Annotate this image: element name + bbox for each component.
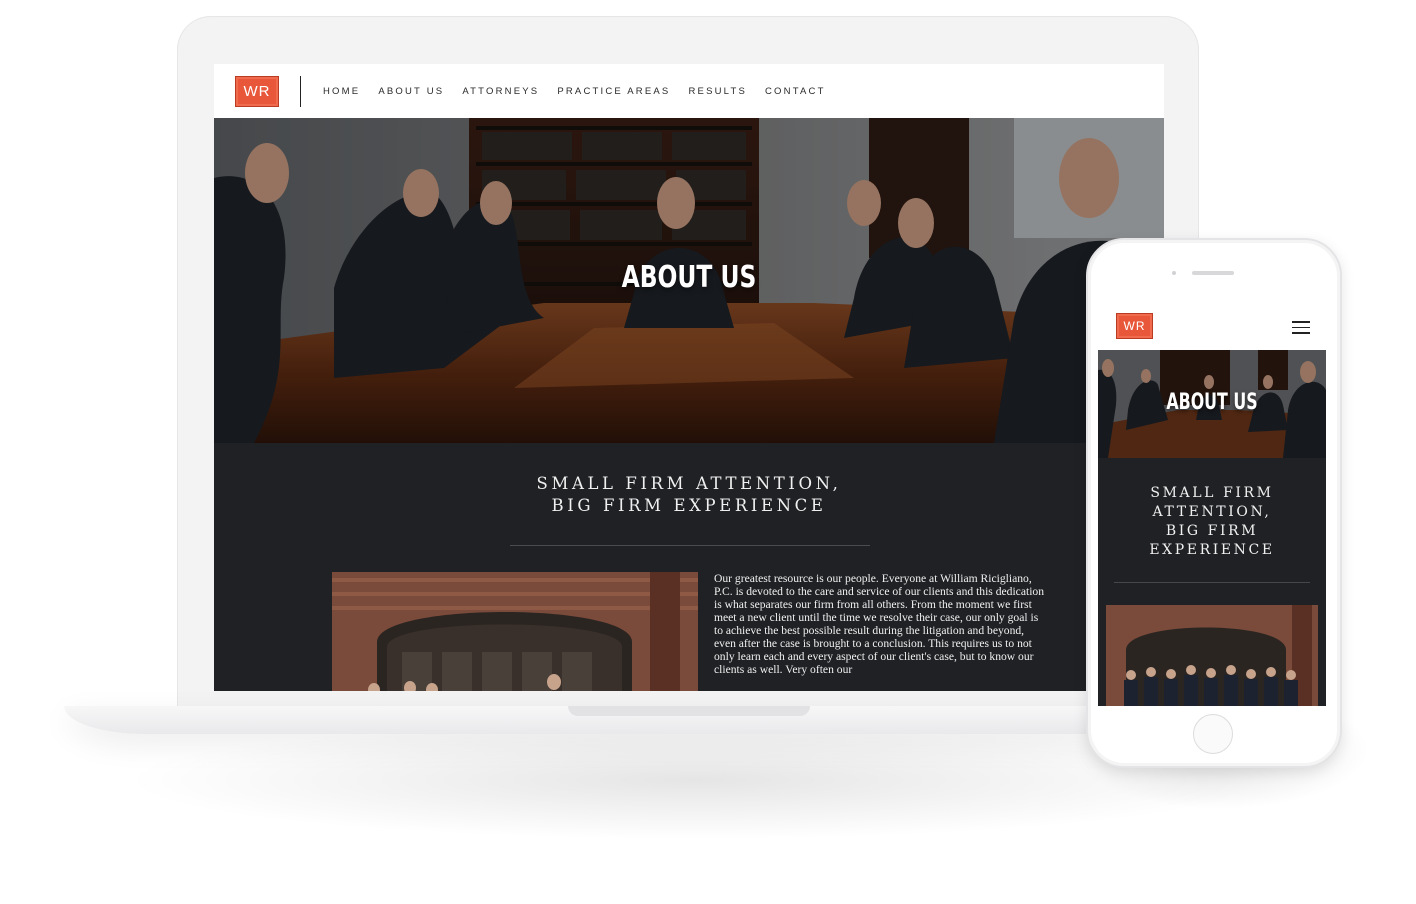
hero-title: ABOUT US (621, 260, 757, 295)
phone-frame: WR ABOUT US SMALL FIRM ATTENTION, BIG FI… (1086, 238, 1342, 768)
mobile-section-divider (1114, 582, 1310, 583)
tagline-line-1: SMALL FIRM ATTENTION, (536, 474, 842, 493)
top-navigation: WR HOME ABOUT US ATTORNEYS PRACTICE AREA… (214, 64, 1164, 118)
nav-item-contact[interactable]: CONTACT (765, 86, 826, 97)
mobile-navigation: WR (1098, 302, 1326, 350)
nav-divider (300, 76, 301, 107)
phone-speaker (1192, 271, 1234, 275)
section-tagline: SMALL FIRM ATTENTION, BIG FIRM EXPERIENC… (214, 473, 1164, 517)
hero-banner: ABOUT US (214, 118, 1164, 443)
mobile-screen: WR ABOUT US SMALL FIRM ATTENTION, BIG FI… (1098, 302, 1326, 706)
nav-links: HOME ABOUT US ATTORNEYS PRACTICE AREAS R… (323, 64, 844, 118)
hamburger-menu-icon[interactable] (1292, 321, 1310, 334)
mobile-team-photo (1106, 605, 1318, 706)
nav-item-results[interactable]: RESULTS (688, 86, 747, 97)
phone-camera (1172, 271, 1176, 275)
mobile-tagline-line-3: BIG FIRM (1165, 523, 1259, 539)
mobile-tagline-line-4: EXPERIENCE (1149, 542, 1275, 558)
nav-item-home[interactable]: HOME (323, 86, 360, 97)
mobile-site-logo[interactable]: WR (1116, 313, 1153, 339)
team-photo (332, 572, 698, 691)
mobile-tagline-line-1: SMALL FIRM (1150, 485, 1274, 501)
section-divider (510, 545, 870, 546)
nav-item-practice-areas[interactable]: PRACTICE AREAS (557, 86, 670, 97)
mobile-hero-banner: ABOUT US (1098, 350, 1326, 458)
desktop-screen: WR HOME ABOUT US ATTORNEYS PRACTICE AREA… (214, 64, 1164, 691)
about-body-text: Our greatest resource is our people. Eve… (714, 572, 1045, 676)
mobile-hero-title: ABOUT US (1166, 390, 1258, 415)
phone-home-button[interactable] (1193, 714, 1233, 754)
nav-item-attorneys[interactable]: ATTORNEYS (462, 86, 539, 97)
nav-item-about-us[interactable]: ABOUT US (378, 86, 444, 97)
tagline-line-2: BIG FIRM EXPERIENCE (551, 496, 827, 515)
site-logo[interactable]: WR (235, 76, 279, 107)
mobile-tagline-line-2: ATTENTION, (1152, 504, 1272, 520)
laptop-notch (568, 706, 810, 716)
content-section: SMALL FIRM ATTENTION, BIG FIRM EXPERIENC… (214, 443, 1164, 691)
mobile-section-tagline: SMALL FIRM ATTENTION, BIG FIRM EXPERIENC… (1098, 484, 1326, 560)
